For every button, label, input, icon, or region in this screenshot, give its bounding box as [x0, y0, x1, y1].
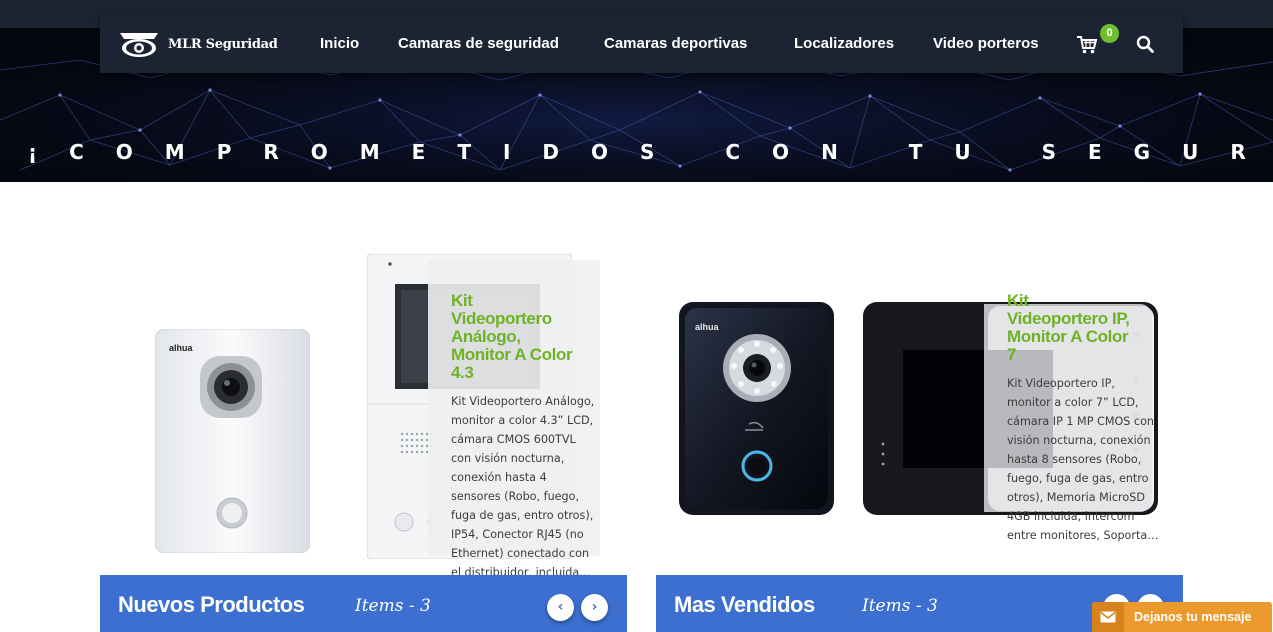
- section-item-count: Items - 3: [355, 596, 431, 616]
- mail-icon: [1100, 611, 1116, 623]
- nav-item-localizadores[interactable]: Localizadores: [794, 35, 894, 52]
- chat-icon-container: [1092, 602, 1124, 632]
- carousel-next-button[interactable]: ›: [581, 594, 608, 621]
- product-title-line: 4.3: [451, 363, 474, 382]
- nav-item-camaras-deportivas[interactable]: Camaras deportivas: [604, 35, 747, 52]
- product-card[interactable]: alhua Kit Videoportero IP, Monitor A Col…: [656, 240, 1183, 575]
- chevron-right-icon: ›: [591, 599, 598, 615]
- cart-count-badge: 0: [1100, 24, 1119, 43]
- section-title: Nuevos Productos: [118, 592, 305, 617]
- nav-item-camaras-seguridad[interactable]: Camaras de seguridad: [398, 35, 559, 52]
- chat-label: Dejanos tu mensaje: [1134, 610, 1252, 624]
- product-title-line: 7: [1007, 345, 1017, 364]
- nav-item-inicio[interactable]: Inicio: [320, 35, 359, 52]
- page: ¡COMPROMETIDOS CON TU SEGURIDAD! MLR Seg…: [0, 0, 1273, 632]
- chat-widget-button[interactable]: Dejanos tu mensaje: [1092, 602, 1272, 632]
- brand-name: MLR Seguridad: [168, 36, 278, 52]
- product-title[interactable]: Kit Videoportero Análogo, Monitor A Colo…: [451, 292, 601, 382]
- hero-tagline: ¡COMPROMETIDOS CON TU SEGURIDAD!: [28, 140, 1273, 164]
- product-title-line: Videoportero: [451, 309, 552, 328]
- section-item-count: Items - 3: [862, 596, 938, 616]
- product-title-line: Monitor A Color: [1007, 327, 1129, 346]
- product-description: Kit Videoportero IP, monitor a color 7” …: [1007, 377, 1159, 542]
- section-header-nuevos-productos: Nuevos Productos Items - 3 ‹ ›: [100, 575, 627, 632]
- search-icon[interactable]: [1136, 35, 1154, 53]
- product-title-line: Análogo,: [451, 327, 521, 346]
- eye-camera-icon: [120, 33, 158, 57]
- brand-mark-text: alhua: [169, 343, 194, 353]
- carousel-prev-button[interactable]: ‹: [547, 594, 574, 621]
- brand-mark-text: alhua: [695, 322, 720, 332]
- product-title-line: Monitor A Color: [451, 345, 573, 364]
- main-navbar: MLR Seguridad Inicio Camaras de segurida…: [100, 15, 1183, 73]
- cart-icon[interactable]: [1076, 33, 1098, 55]
- product-title-line: Videoportero IP,: [1007, 309, 1130, 328]
- door-station-image: alhua: [679, 302, 834, 515]
- product-description: Kit Videoportero Análogo, monitor a colo…: [451, 395, 595, 579]
- section-title: Mas Vendidos: [674, 592, 815, 617]
- product-card[interactable]: alhua Kit Videoportero Análogo, Monitor …: [100, 240, 627, 579]
- product-title-line: Kit: [451, 291, 473, 310]
- product-title[interactable]: Kit Videoportero IP, Monitor A Color 7: [1007, 292, 1167, 364]
- door-station-image: alhua: [155, 329, 310, 553]
- brand-logo[interactable]: MLR Seguridad: [118, 24, 278, 64]
- chevron-left-icon: ‹: [557, 599, 564, 615]
- product-title-line: Kit: [1007, 291, 1029, 310]
- nav-item-video-porteros[interactable]: Video porteros: [933, 35, 1039, 52]
